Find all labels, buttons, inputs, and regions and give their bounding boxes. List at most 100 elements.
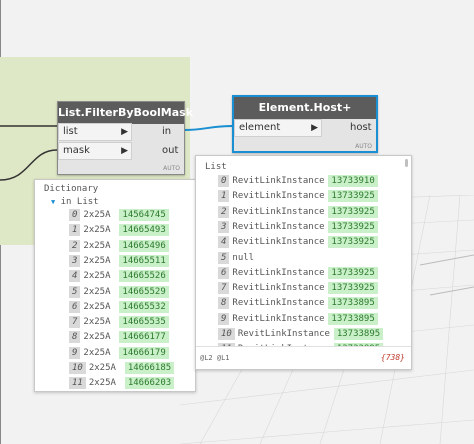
- node-element-host[interactable]: Element.Host+ element ▶ host AUTO: [232, 95, 378, 153]
- item-index: 2: [218, 205, 230, 218]
- list-item: 0 RevitLinkInstance 13733910: [218, 175, 378, 187]
- list-item: 1 2x25A 14665493: [69, 224, 169, 237]
- item-index: 8: [218, 297, 230, 310]
- list-item: 7 2x25A 14665535: [69, 316, 169, 329]
- item-type: RevitLinkInstance: [232, 191, 325, 202]
- port-label: list: [63, 126, 78, 137]
- input-port-mask[interactable]: mask ▶: [58, 142, 132, 160]
- expand-triangle-icon[interactable]: ▼: [51, 198, 55, 206]
- item-value: 13733925: [328, 190, 378, 203]
- list-item: 2 2x25A 14665496: [69, 239, 169, 252]
- item-type: RevitLinkInstance: [232, 313, 325, 324]
- lacing-indicator[interactable]: AUTO: [355, 143, 372, 150]
- item-index: 4: [218, 236, 230, 249]
- item-index: 0: [218, 175, 230, 187]
- item-index: 7: [218, 282, 230, 295]
- list-item: 4 RevitLinkInstance 13733925: [218, 236, 378, 249]
- item-value: 14665511: [119, 254, 169, 267]
- item-index: 10: [69, 362, 86, 374]
- item-value: 14665493: [119, 224, 169, 237]
- item-index: 8: [69, 331, 81, 344]
- item-value: 14666177: [119, 331, 169, 344]
- list-item: 4 2x25A 14665526: [69, 270, 169, 283]
- item-value: 13733925: [328, 220, 378, 233]
- list-item: 8 2x25A 14666177: [69, 331, 169, 344]
- list-item: 3 2x25A 14665511: [69, 254, 169, 267]
- item-index: 5: [218, 251, 230, 264]
- item-type: RevitLinkInstance: [232, 267, 325, 278]
- graph-canvas[interactable]: List.FilterByBoolMask list ▶ mask ▶ in o…: [0, 0, 474, 444]
- item-index: 0: [69, 209, 81, 221]
- item-type: RevitLinkInstance: [232, 221, 325, 232]
- item-type: 2x25A: [88, 378, 116, 389]
- list-item: 9 2x25A 14666179: [69, 346, 169, 359]
- node-title: Element.Host+: [234, 97, 376, 119]
- list-item: 11 2x25A 14666203: [69, 377, 175, 390]
- list-levels[interactable]: @L2 @L1: [200, 354, 230, 362]
- list-item: 8 RevitLinkInstance 13733895: [218, 297, 378, 310]
- item-type: RevitLinkInstance: [232, 176, 325, 186]
- port-label: element: [239, 122, 281, 133]
- list-item: 3 RevitLinkInstance 13733925: [218, 220, 378, 233]
- item-type: RevitLinkInstance: [232, 298, 325, 309]
- item-index: 2: [69, 239, 81, 252]
- item-type: null: [232, 252, 255, 263]
- preview-list: 0 RevitLinkInstance 13733910 1 RevitLinkInst…: [196, 156, 411, 346]
- item-type: 2x25A: [83, 332, 111, 343]
- list-item: 10 2x25A 14666185: [69, 362, 175, 374]
- item-type: 2x25A: [83, 255, 111, 266]
- item-index: 11: [69, 377, 86, 390]
- item-value: 14666179: [119, 346, 169, 359]
- item-index: 5: [69, 285, 81, 298]
- item-type: 2x25A: [83, 271, 111, 282]
- port-label: mask: [63, 145, 90, 156]
- list-item: 7 RevitLinkInstance 13733925: [218, 282, 378, 295]
- item-type: RevitLinkInstance: [232, 206, 325, 217]
- item-type: 2x25A: [83, 317, 111, 328]
- item-index: 1: [69, 224, 81, 237]
- item-index: 6: [218, 266, 230, 279]
- chevron-right-icon: ▶: [121, 146, 128, 156]
- item-type: 2x25A: [83, 286, 111, 297]
- item-value: 14665529: [119, 285, 169, 298]
- item-value: 13733925: [328, 236, 378, 249]
- list-item: 6 2x25A 14665532: [69, 300, 169, 313]
- list-item: 10 RevitLinkInstance 13733895: [218, 328, 384, 340]
- item-type: 2x25A: [83, 210, 111, 220]
- list-item: 2 RevitLinkInstance 13733925: [218, 205, 378, 218]
- item-value: 14665532: [119, 300, 169, 313]
- list-item: 0 2x25A 14564745: [69, 209, 169, 221]
- item-type: RevitLinkInstance: [232, 237, 325, 248]
- item-value: 14564745: [119, 209, 169, 221]
- item-value: 13733925: [328, 205, 378, 218]
- input-port-list[interactable]: list ▶: [58, 123, 132, 141]
- chevron-right-icon: ▶: [311, 123, 318, 133]
- node-list-filter-by-bool-mask[interactable]: List.FilterByBoolMask list ▶ mask ▶ in o…: [57, 101, 193, 175]
- item-index: 1: [218, 190, 230, 203]
- preview-bubble-dictionary[interactable]: Dictionary ▼ in List 0 2x25A 14564745 1 2x25…: [34, 179, 196, 392]
- output-port-host[interactable]: host: [350, 120, 372, 136]
- item-count: {738}: [380, 353, 405, 362]
- item-value: 14666203: [124, 377, 175, 390]
- input-port-element[interactable]: element ▶: [234, 119, 322, 137]
- item-type: RevitLinkInstance: [237, 329, 330, 339]
- output-port-out[interactable]: out: [162, 143, 178, 159]
- item-type: 2x25A: [83, 225, 111, 236]
- preview-title: Dictionary: [44, 184, 99, 194]
- sublist-type: List: [76, 197, 99, 207]
- item-index: 3: [69, 254, 81, 267]
- item-value: 14665526: [119, 270, 169, 283]
- item-value: 13733895: [328, 297, 378, 310]
- output-port-in[interactable]: in: [162, 124, 171, 140]
- item-type: 2x25A: [83, 347, 111, 358]
- item-index: 6: [69, 300, 81, 313]
- sublist-header[interactable]: ▼ in List: [51, 196, 99, 208]
- item-index: 4: [69, 270, 81, 283]
- item-value: 13733925: [328, 266, 378, 279]
- lacing-indicator[interactable]: AUTO: [163, 165, 180, 172]
- chevron-right-icon: ▶: [121, 127, 128, 137]
- preview-bubble-list[interactable]: List 0 RevitLinkInstance 13733910 1 RevitLin…: [195, 155, 412, 370]
- item-index: 10: [218, 328, 235, 340]
- item-index: 7: [69, 316, 81, 329]
- item-type: 2x25A: [88, 363, 116, 373]
